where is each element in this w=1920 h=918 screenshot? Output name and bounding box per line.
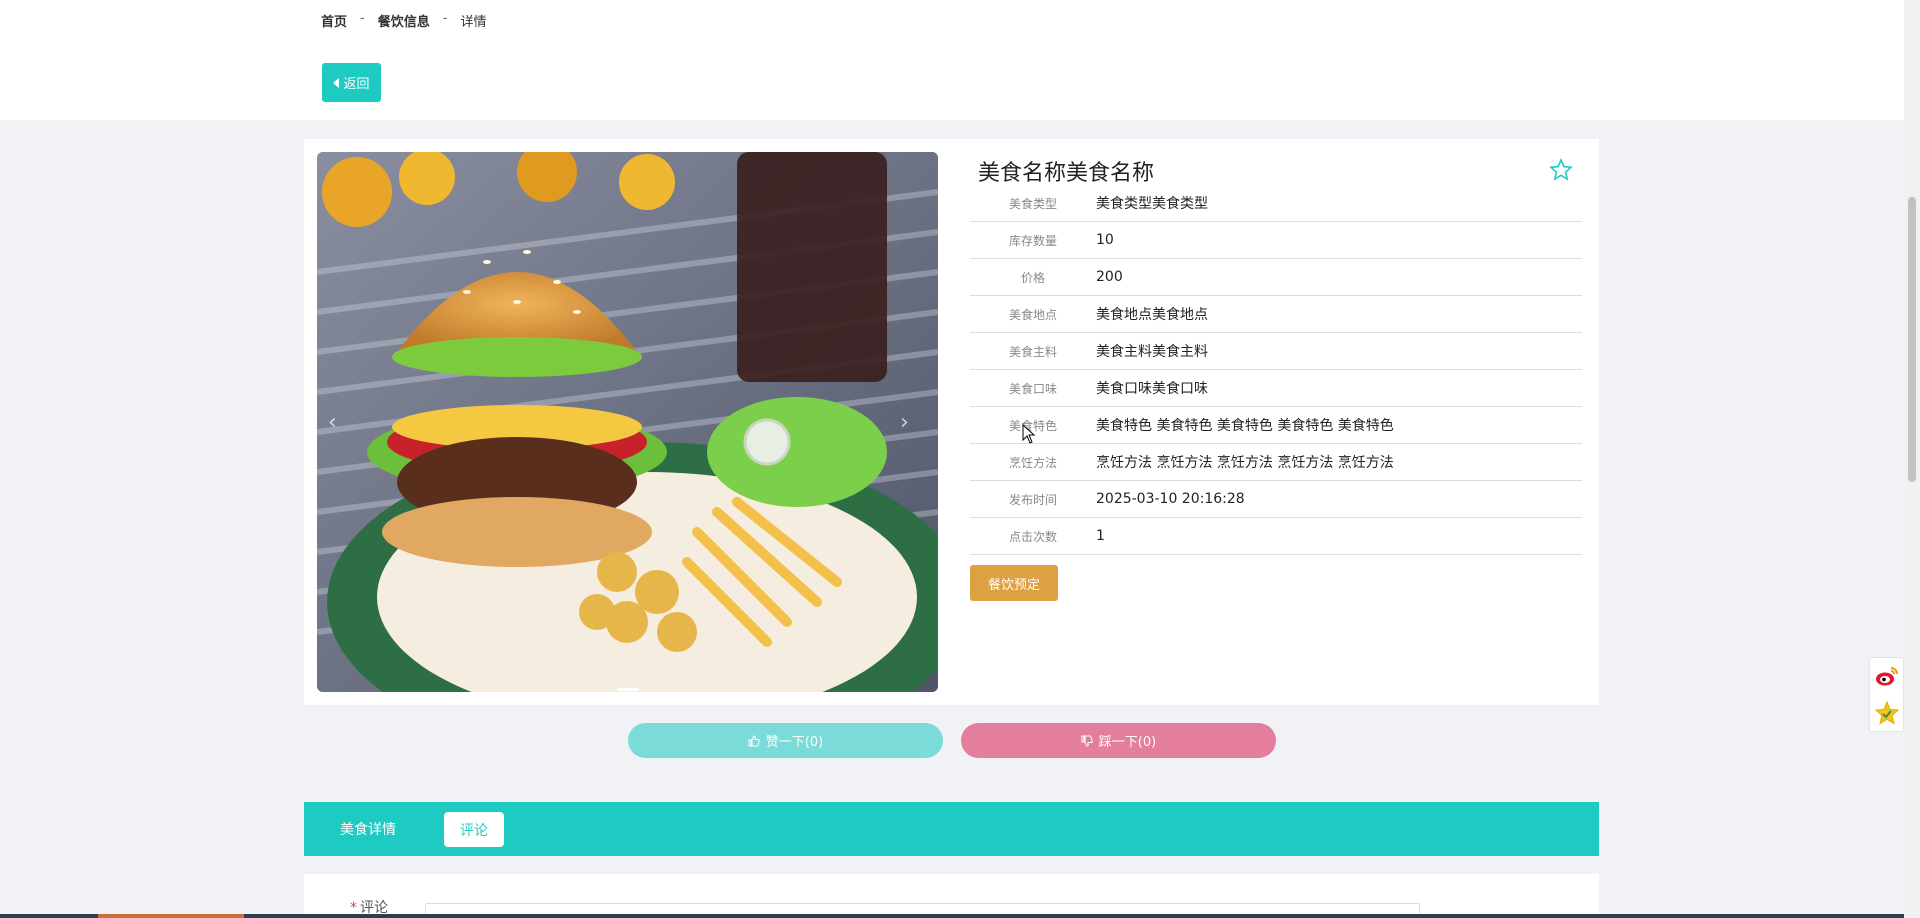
attribute-label: 烹饪方法 — [1008, 455, 1057, 470]
attribute-row: 美食口味 美食口味美食口味 — [970, 370, 1582, 407]
top-header-area — [0, 0, 1904, 120]
attribute-value: 美食类型美食类型 — [1096, 196, 1208, 212]
food-image — [317, 152, 938, 692]
breadcrumb-separator: - — [442, 11, 448, 26]
attribute-label: 价格 — [1020, 270, 1045, 285]
attribute-row: 美食地点 美食地点美食地点 — [970, 296, 1582, 333]
breadcrumb: 首页 - 餐饮信息 - 详情 — [321, 11, 486, 30]
scrollbar-thumb[interactable] — [1908, 197, 1916, 482]
attribute-label: 美食类型 — [1008, 196, 1057, 211]
attribute-row: 美食类型 美食类型美食类型 — [970, 185, 1582, 222]
dislike-button-label: 踩一下(0) — [1098, 735, 1157, 750]
attribute-value: 10 — [1096, 232, 1114, 248]
back-button[interactable]: 返回 — [322, 63, 381, 102]
breadcrumb-current: 详情 — [460, 15, 487, 30]
attribute-value: 200 — [1096, 269, 1123, 285]
attribute-value: 美食口味美食口味 — [1096, 381, 1208, 397]
carousel-prev-icon[interactable]: ‹ — [328, 410, 337, 435]
attribute-label: 库存数量 — [1008, 233, 1057, 248]
attribute-row: 点击次数 1 — [970, 518, 1582, 555]
attribute-row: 价格 200 — [970, 259, 1582, 296]
attribute-label: 发布时间 — [1008, 492, 1057, 507]
tab-comment[interactable]: 评论 — [444, 812, 504, 847]
taskbar-strip — [0, 914, 1904, 918]
attribute-label: 点击次数 — [1008, 529, 1057, 544]
back-button-label: 返回 — [343, 77, 370, 92]
weibo-icon[interactable] — [1874, 664, 1900, 688]
breadcrumb-home[interactable]: 首页 — [321, 11, 347, 30]
food-title: 美食名称美食名称 — [978, 161, 1155, 186]
taskbar-active-item[interactable] — [98, 914, 244, 918]
detail-tab-bar: 美食详情 评论 — [304, 802, 1599, 856]
attribute-row: 美食主料 美食主料美食主料 — [970, 333, 1582, 370]
attribute-row: 发布时间 2025-03-10 20:16:28 — [970, 481, 1582, 518]
burger-photo — [317, 152, 938, 692]
attribute-row: 美食特色 美食特色 美食特色 美食特色 美食特色 美食特色 — [970, 407, 1582, 444]
attribute-value: 1 — [1096, 528, 1105, 544]
like-button-label: 赞一下(0) — [765, 735, 824, 750]
like-button[interactable]: 赞一下(0) — [628, 723, 943, 758]
breadcrumb-category[interactable]: 餐饮信息 — [378, 11, 430, 30]
tab-food-detail[interactable]: 美食详情 — [340, 802, 396, 856]
attribute-label: 美食主料 — [1008, 344, 1057, 359]
breadcrumb-separator: - — [360, 11, 365, 26]
dislike-button[interactable]: 踩一下(0) — [961, 723, 1276, 758]
carousel-indicator[interactable] — [617, 688, 639, 691]
favorite-side-icon[interactable] — [1874, 700, 1900, 726]
attribute-label: 美食地点 — [1008, 307, 1057, 322]
food-attributes-table: 美食类型 美食类型美食类型 库存数量 10 价格 200 美食地点 美食地点美食… — [970, 185, 1582, 555]
attribute-row: 烹饪方法 烹饪方法 烹饪方法 烹饪方法 烹饪方法 烹饪方法 — [970, 444, 1582, 481]
carousel-next-icon[interactable]: › — [900, 410, 909, 435]
attribute-value: 2025-03-10 20:16:28 — [1096, 491, 1245, 507]
attribute-value: 美食主料美食主料 — [1096, 344, 1208, 360]
favorite-star-icon[interactable] — [1549, 158, 1573, 182]
attribute-value: 美食地点美食地点 — [1096, 307, 1208, 323]
attribute-row: 库存数量 10 — [970, 222, 1582, 259]
attribute-value: 烹饪方法 烹饪方法 烹饪方法 烹饪方法 烹饪方法 — [1096, 455, 1394, 471]
attribute-label: 美食口味 — [1008, 381, 1057, 396]
caret-left-icon — [333, 77, 340, 88]
thumbs-up-icon — [748, 734, 760, 746]
book-button[interactable]: 餐饮预定 — [970, 565, 1058, 601]
thumbs-down-icon — [1081, 735, 1093, 747]
attribute-value: 美食特色 美食特色 美食特色 美食特色 美食特色 — [1096, 418, 1394, 434]
mouse-cursor-icon — [1022, 424, 1036, 444]
